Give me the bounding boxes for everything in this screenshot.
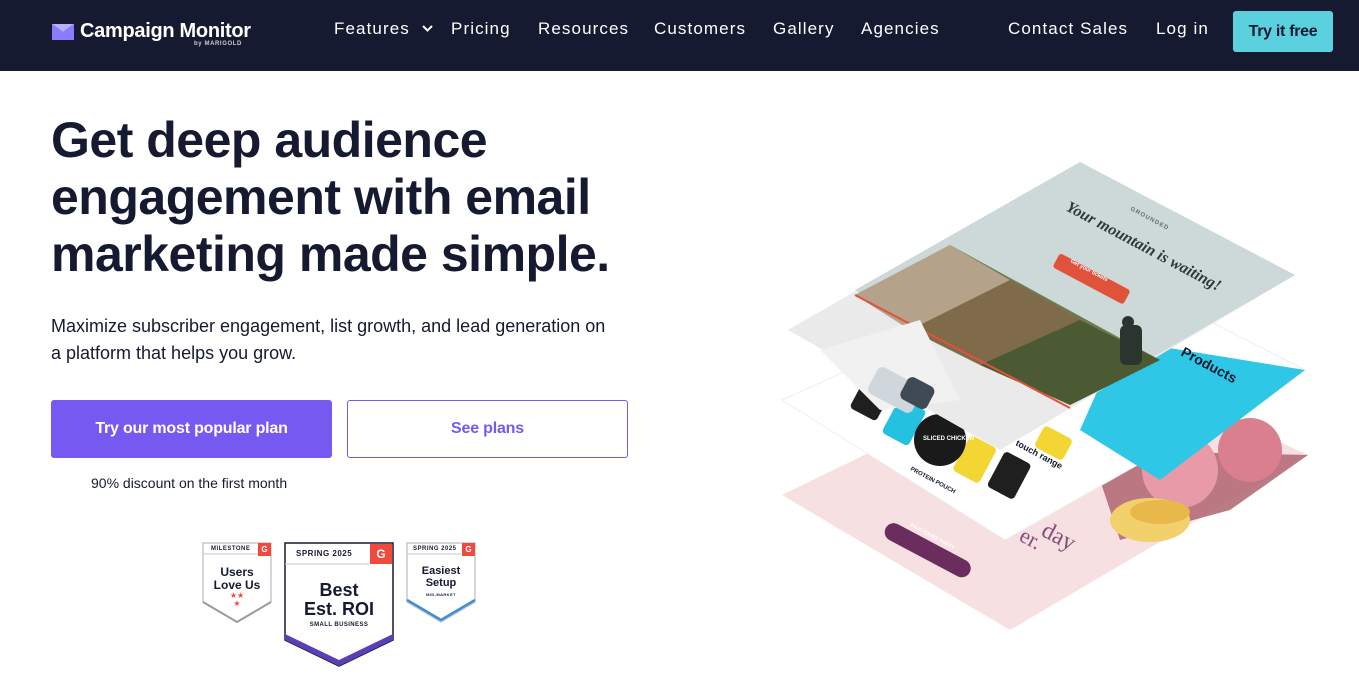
g2-badge-users-love-us: G MILESTONE Users Love Us ★★ ★	[202, 542, 272, 624]
g2-logo-icon: G	[370, 544, 392, 564]
hero-headline-line-3: marketing made simple.	[51, 226, 610, 282]
stars-icon: ★★ ★	[229, 591, 245, 608]
nav-features-label: Features	[334, 19, 410, 38]
card2-label-1: SLICED CHICKEN	[923, 436, 974, 442]
nav-resources[interactable]: Resources	[538, 19, 629, 39]
g2-badge-easiest-setup: G SPRING 2025 Easiest Setup MID-MARKET	[406, 542, 476, 624]
g2-badge-best-est-roi: G SPRING 2025 Best Est. ROI SMALL BUSINE…	[284, 542, 394, 668]
badge-title-line-1: Best	[319, 580, 359, 600]
badge-title: Easiest Setup	[406, 565, 476, 589]
badge-title-line-1: Easiest	[421, 565, 461, 577]
chevron-down-icon	[422, 25, 433, 32]
nav-contact-sales[interactable]: Contact Sales	[1008, 19, 1128, 39]
badge-title-line-2: Setup	[425, 576, 457, 589]
hero-headline: Get deep audience engagement with email …	[51, 112, 691, 283]
hero-subhead-line-2: a platform that helps you grow.	[51, 343, 297, 363]
hero-subhead-line-1: Maximize subscriber engagement, list gro…	[51, 316, 606, 336]
nav-customers[interactable]: Customers	[654, 19, 746, 39]
badge-title-line-2: Love Us	[213, 577, 261, 592]
hero-subhead: Maximize subscriber engagement, list gro…	[51, 313, 651, 367]
hero-headline-line-2: engagement with email	[51, 169, 591, 225]
email-templates-illustration: day er. PICK YOURS TODAY Products SLICED…	[780, 162, 1308, 630]
nav-gallery[interactable]: Gallery	[773, 19, 835, 39]
hero-headline-line-1: Get deep audience	[51, 112, 488, 168]
logo-mark-icon	[52, 24, 74, 40]
badge-top-label: MILESTONE	[211, 546, 251, 552]
logo-text: Campaign Monitor	[80, 20, 251, 42]
badge-title-line-1: Users	[220, 565, 254, 579]
nav-agencies[interactable]: Agencies	[861, 19, 940, 39]
logo-subtext: by MARIGOLD	[194, 41, 242, 47]
badge-subtitle: SMALL BUSINESS	[309, 622, 369, 628]
try-popular-plan-button[interactable]: Try our most popular plan	[51, 400, 332, 458]
see-plans-button[interactable]: See plans	[347, 400, 628, 458]
top-nav: Campaign Monitor by MARIGOLD Features Pr…	[0, 0, 1359, 71]
badge-top-label: SPRING 2025	[296, 549, 353, 558]
discount-note: 90% discount on the first month	[91, 475, 288, 491]
nav-features[interactable]: Features	[334, 19, 433, 39]
badge-top-label: SPRING 2025	[413, 546, 457, 552]
badge-subtitle: MID-MARKET	[426, 592, 456, 597]
badge-title: Users Love Us	[202, 566, 272, 591]
g2-logo-icon: G	[462, 543, 475, 556]
try-it-free-button[interactable]: Try it free	[1233, 11, 1333, 52]
badge-title: Best Est. ROI	[284, 581, 394, 619]
badge-title-line-2: Est. ROI	[303, 598, 374, 619]
g2-logo-icon: G	[258, 543, 271, 556]
nav-login[interactable]: Log in	[1156, 19, 1209, 39]
nav-pricing[interactable]: Pricing	[451, 19, 511, 39]
